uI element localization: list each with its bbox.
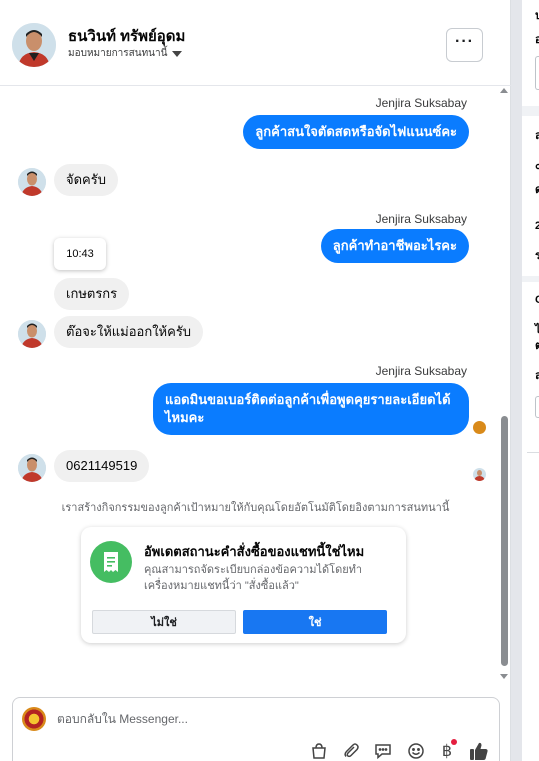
sidebar-text: ๐ [535,160,539,172]
sender-name: Jenjira Suksabay [375,96,467,110]
card-description: คุณสามารถจัดระเบียบกล่องข้อความได้โดยทำเ… [144,564,363,592]
card-title: อัพเดตสถานะคำสั่งซื้อของแชทนี้ใช่ไหม [144,544,365,559]
sidebar-input[interactable] [535,56,539,90]
sidebar-text: 2 [535,220,539,232]
order-status-card: อัพเดตสถานะคำสั่งซื้อของแชทนี้ใช่ไหม คุณ… [81,527,406,643]
emoji-icon[interactable] [406,741,426,761]
assign-conversation-dropdown[interactable]: มอบหมายการสนทนานี้ [68,46,183,61]
sidebar-text: C [535,294,539,306]
sidebar-text: ด [535,184,539,196]
contact-avatar-small [18,168,46,196]
incoming-message[interactable]: 0621149519 [54,450,150,482]
paperclip-icon[interactable] [341,741,361,761]
sender-name: Jenjira Suksabay [375,364,467,378]
scroll-down-arrow-icon[interactable] [500,674,508,679]
outgoing-message[interactable]: แอดมินขอเบอร์ติดต่อลูกค้าเพื่อพูดคุยรายล… [153,383,469,435]
chevron-down-icon [172,50,183,57]
sidebar-text: ป [535,10,539,22]
shopping-bag-icon[interactable] [309,741,329,761]
sidebar-text: อ [535,34,539,46]
timestamp-tooltip: 10:43 [54,238,106,270]
contact-avatar[interactable] [12,23,56,67]
sidebar-text: ล [535,370,539,382]
saved-reply-icon[interactable] [373,741,393,761]
contact-seen-icon [473,468,486,481]
no-button[interactable]: ไม่ใช่ [92,610,236,634]
conversation-header: ธนวินท์ ทรัพย์อุดม มอบหมายการสนทนานี้ ··… [0,0,511,86]
incoming-message[interactable]: เกษตรกร [54,278,130,310]
sidebar-text: ล [535,130,539,142]
incoming-message[interactable]: ต๊อจะให้แม่ออกให้ครับ [54,316,204,348]
right-sidebar: ป อ ล ๐ ด 2 ร C ไ ต ล [511,0,539,761]
notification-dot [451,739,457,745]
receipt-icon [90,541,132,583]
thumbs-up-icon[interactable] [469,741,489,761]
sidebar-text: ต [535,340,539,352]
sidebar-input[interactable] [535,396,539,418]
scroll-up-arrow-icon[interactable] [500,88,508,93]
assign-label: มอบหมายการสนทนานี้ [68,48,168,59]
contact-name[interactable]: ธนวินท์ ทรัพย์อุดม [68,24,185,48]
more-options-button[interactable]: ··· [446,28,483,62]
reply-composer: ฿ [12,697,500,761]
system-note: เราสร้างกิจกรรมของลูกค้าเป้าหมายให้กับคุ… [61,502,450,514]
chat-panel: ธนวินท์ ทรัพย์อุดม มอบหมายการสนทนานี้ ··… [0,0,511,761]
reply-input[interactable] [57,710,357,728]
sidebar-text: ร [535,250,539,262]
contact-avatar-small [18,320,46,348]
outgoing-message[interactable]: ลูกค้าทำอาชีพอะไรคะ [320,229,469,263]
scrollbar-thumb[interactable] [501,416,508,666]
outgoing-message[interactable]: ลูกค้าสนใจตัดสดหรือจัดไฟแนนซ์คะ [243,115,469,149]
thread-scrollbar[interactable] [499,86,509,693]
sidebar-divider [511,0,522,761]
contact-avatar-small [18,454,46,482]
baht-glyph: ฿ [441,743,453,760]
page-seen-icon [473,421,486,434]
sender-name: Jenjira Suksabay [375,212,467,226]
incoming-message[interactable]: จัดครับ [54,164,118,196]
message-thread: Jenjira Suksabay ลูกค้าสนใจตัดสดหรือจัดไ… [0,86,511,693]
yes-button[interactable]: ใช่ [243,610,387,634]
baht-icon[interactable]: ฿ [437,739,457,761]
sidebar-divider-line [527,452,539,453]
page-avatar [22,707,46,731]
